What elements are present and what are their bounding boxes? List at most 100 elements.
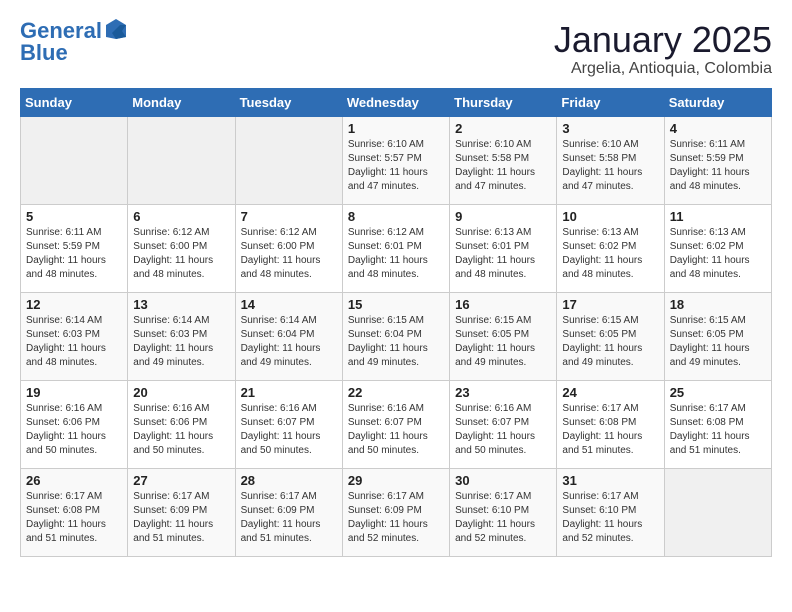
day-number: 24 bbox=[562, 385, 658, 400]
week-row-4: 19 Sunrise: 6:16 AM Sunset: 6:06 PM Dayli… bbox=[21, 380, 772, 468]
day-cell: 19 Sunrise: 6:16 AM Sunset: 6:06 PM Dayli… bbox=[21, 380, 128, 468]
day-number: 31 bbox=[562, 473, 658, 488]
day-cell: 22 Sunrise: 6:16 AM Sunset: 6:07 PM Dayli… bbox=[342, 380, 449, 468]
day-cell: 31 Sunrise: 6:17 AM Sunset: 6:10 PM Dayli… bbox=[557, 468, 664, 556]
day-info: Sunrise: 6:11 AM Sunset: 5:59 PM Dayligh… bbox=[670, 138, 766, 194]
day-info: Sunrise: 6:15 AM Sunset: 6:04 PM Dayligh… bbox=[348, 314, 444, 370]
day-number: 29 bbox=[348, 473, 444, 488]
day-number: 4 bbox=[670, 121, 766, 136]
calendar-table: SundayMondayTuesdayWednesdayThursdayFrid… bbox=[20, 88, 772, 557]
day-number: 15 bbox=[348, 297, 444, 312]
day-cell bbox=[235, 116, 342, 204]
page-header: General Blue January 2025 Argelia, Antio… bbox=[20, 20, 772, 78]
day-cell: 28 Sunrise: 6:17 AM Sunset: 6:09 PM Dayli… bbox=[235, 468, 342, 556]
day-number: 9 bbox=[455, 209, 551, 224]
day-number: 21 bbox=[241, 385, 337, 400]
day-number: 18 bbox=[670, 297, 766, 312]
day-number: 22 bbox=[348, 385, 444, 400]
day-info: Sunrise: 6:15 AM Sunset: 6:05 PM Dayligh… bbox=[562, 314, 658, 370]
day-number: 26 bbox=[26, 473, 122, 488]
day-number: 23 bbox=[455, 385, 551, 400]
day-info: Sunrise: 6:17 AM Sunset: 6:10 PM Dayligh… bbox=[455, 490, 551, 546]
day-info: Sunrise: 6:16 AM Sunset: 6:07 PM Dayligh… bbox=[348, 402, 444, 458]
calendar-subtitle: Argelia, Antioquia, Colombia bbox=[554, 60, 772, 78]
day-number: 5 bbox=[26, 209, 122, 224]
day-info: Sunrise: 6:12 AM Sunset: 6:01 PM Dayligh… bbox=[348, 226, 444, 282]
weekday-header-friday: Friday bbox=[557, 88, 664, 116]
weekday-header-monday: Monday bbox=[128, 88, 235, 116]
week-row-2: 5 Sunrise: 6:11 AM Sunset: 5:59 PM Daylig… bbox=[21, 204, 772, 292]
day-info: Sunrise: 6:17 AM Sunset: 6:08 PM Dayligh… bbox=[562, 402, 658, 458]
day-number: 1 bbox=[348, 121, 444, 136]
day-info: Sunrise: 6:12 AM Sunset: 6:00 PM Dayligh… bbox=[133, 226, 229, 282]
day-cell: 1Sunrise: 6:10 AM Sunset: 5:57 PM Daylig… bbox=[342, 116, 449, 204]
day-number: 12 bbox=[26, 297, 122, 312]
day-number: 10 bbox=[562, 209, 658, 224]
week-row-3: 12Sunrise: 6:14 AM Sunset: 6:03 PM Dayli… bbox=[21, 292, 772, 380]
day-cell bbox=[664, 468, 771, 556]
day-cell: 13Sunrise: 6:14 AM Sunset: 6:03 PM Dayli… bbox=[128, 292, 235, 380]
day-info: Sunrise: 6:10 AM Sunset: 5:58 PM Dayligh… bbox=[562, 138, 658, 194]
day-number: 30 bbox=[455, 473, 551, 488]
day-number: 19 bbox=[26, 385, 122, 400]
day-cell: 18Sunrise: 6:15 AM Sunset: 6:05 PM Dayli… bbox=[664, 292, 771, 380]
day-info: Sunrise: 6:16 AM Sunset: 6:06 PM Dayligh… bbox=[133, 402, 229, 458]
day-info: Sunrise: 6:17 AM Sunset: 6:09 PM Dayligh… bbox=[133, 490, 229, 546]
day-number: 14 bbox=[241, 297, 337, 312]
day-number: 25 bbox=[670, 385, 766, 400]
day-cell: 30 Sunrise: 6:17 AM Sunset: 6:10 PM Dayli… bbox=[450, 468, 557, 556]
day-cell: 10 Sunrise: 6:13 AM Sunset: 6:02 PM Dayli… bbox=[557, 204, 664, 292]
day-cell: 11 Sunrise: 6:13 AM Sunset: 6:02 PM Dayli… bbox=[664, 204, 771, 292]
logo-icon bbox=[104, 17, 128, 41]
day-info: Sunrise: 6:13 AM Sunset: 6:02 PM Dayligh… bbox=[670, 226, 766, 282]
day-number: 20 bbox=[133, 385, 229, 400]
day-cell: 15 Sunrise: 6:15 AM Sunset: 6:04 PM Dayli… bbox=[342, 292, 449, 380]
day-cell: 6 Sunrise: 6:12 AM Sunset: 6:00 PM Daylig… bbox=[128, 204, 235, 292]
weekday-header-saturday: Saturday bbox=[664, 88, 771, 116]
day-info: Sunrise: 6:16 AM Sunset: 6:07 PM Dayligh… bbox=[455, 402, 551, 458]
day-cell: 24 Sunrise: 6:17 AM Sunset: 6:08 PM Dayli… bbox=[557, 380, 664, 468]
day-cell: 21 Sunrise: 6:16 AM Sunset: 6:07 PM Dayli… bbox=[235, 380, 342, 468]
calendar-title: January 2025 bbox=[554, 20, 772, 60]
day-number: 6 bbox=[133, 209, 229, 224]
day-info: Sunrise: 6:17 AM Sunset: 6:08 PM Dayligh… bbox=[26, 490, 122, 546]
week-row-5: 26 Sunrise: 6:17 AM Sunset: 6:08 PM Dayli… bbox=[21, 468, 772, 556]
day-info: Sunrise: 6:14 AM Sunset: 6:04 PM Dayligh… bbox=[241, 314, 337, 370]
day-info: Sunrise: 6:17 AM Sunset: 6:10 PM Dayligh… bbox=[562, 490, 658, 546]
day-cell: 12Sunrise: 6:14 AM Sunset: 6:03 PM Dayli… bbox=[21, 292, 128, 380]
logo: General Blue bbox=[20, 20, 128, 64]
day-number: 11 bbox=[670, 209, 766, 224]
day-cell: 20 Sunrise: 6:16 AM Sunset: 6:06 PM Dayli… bbox=[128, 380, 235, 468]
day-info: Sunrise: 6:13 AM Sunset: 6:01 PM Dayligh… bbox=[455, 226, 551, 282]
day-number: 3 bbox=[562, 121, 658, 136]
day-cell: 3 Sunrise: 6:10 AM Sunset: 5:58 PM Daylig… bbox=[557, 116, 664, 204]
day-cell: 7 Sunrise: 6:12 AM Sunset: 6:00 PM Daylig… bbox=[235, 204, 342, 292]
day-info: Sunrise: 6:16 AM Sunset: 6:07 PM Dayligh… bbox=[241, 402, 337, 458]
day-cell: 8 Sunrise: 6:12 AM Sunset: 6:01 PM Daylig… bbox=[342, 204, 449, 292]
day-info: Sunrise: 6:16 AM Sunset: 6:06 PM Dayligh… bbox=[26, 402, 122, 458]
day-cell: 2Sunrise: 6:10 AM Sunset: 5:58 PM Daylig… bbox=[450, 116, 557, 204]
day-info: Sunrise: 6:13 AM Sunset: 6:02 PM Dayligh… bbox=[562, 226, 658, 282]
day-info: Sunrise: 6:12 AM Sunset: 6:00 PM Dayligh… bbox=[241, 226, 337, 282]
day-cell: 9 Sunrise: 6:13 AM Sunset: 6:01 PM Daylig… bbox=[450, 204, 557, 292]
day-number: 2 bbox=[455, 121, 551, 136]
day-info: Sunrise: 6:15 AM Sunset: 6:05 PM Dayligh… bbox=[455, 314, 551, 370]
weekday-header-thursday: Thursday bbox=[450, 88, 557, 116]
day-info: Sunrise: 6:17 AM Sunset: 6:09 PM Dayligh… bbox=[241, 490, 337, 546]
day-number: 7 bbox=[241, 209, 337, 224]
day-info: Sunrise: 6:11 AM Sunset: 5:59 PM Dayligh… bbox=[26, 226, 122, 282]
day-cell: 17 Sunrise: 6:15 AM Sunset: 6:05 PM Dayli… bbox=[557, 292, 664, 380]
day-cell: 4 Sunrise: 6:11 AM Sunset: 5:59 PM Daylig… bbox=[664, 116, 771, 204]
day-cell bbox=[128, 116, 235, 204]
week-row-1: 1Sunrise: 6:10 AM Sunset: 5:57 PM Daylig… bbox=[21, 116, 772, 204]
day-number: 13 bbox=[133, 297, 229, 312]
day-number: 17 bbox=[562, 297, 658, 312]
day-cell: 16Sunrise: 6:15 AM Sunset: 6:05 PM Dayli… bbox=[450, 292, 557, 380]
day-number: 8 bbox=[348, 209, 444, 224]
day-number: 28 bbox=[241, 473, 337, 488]
weekday-header-row: SundayMondayTuesdayWednesdayThursdayFrid… bbox=[21, 88, 772, 116]
weekday-header-sunday: Sunday bbox=[21, 88, 128, 116]
logo-text-line2: Blue bbox=[20, 42, 128, 64]
weekday-header-tuesday: Tuesday bbox=[235, 88, 342, 116]
logo-text-line1: General bbox=[20, 20, 102, 42]
